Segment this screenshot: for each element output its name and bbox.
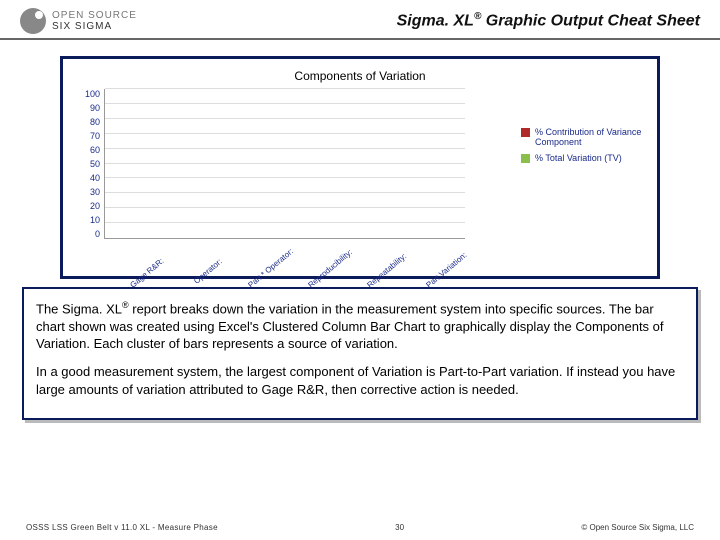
page-title: Sigma. XL® Graphic Output Cheat Sheet — [137, 11, 700, 30]
chart-area: 1009080706050403020100 Gage R&R:Operator… — [77, 89, 473, 266]
chart-panel: Components of Variation 1009080706050403… — [60, 56, 660, 279]
chart-legend: % Contribution of Variance Component % T… — [521, 127, 645, 169]
legend-swatch-icon — [521, 154, 530, 163]
x-axis: Gage R&R:Operator:Part * Operator:Reprod… — [109, 239, 465, 266]
y-axis: 1009080706050403020100 — [85, 89, 104, 239]
legend-label-2: % Total Variation (TV) — [535, 153, 645, 163]
brand-line1: OPEN SOURCE — [52, 10, 137, 21]
chart-grid — [104, 89, 465, 239]
chart-title: Components of Variation — [69, 69, 651, 83]
footer-page: 30 — [385, 523, 415, 532]
x-tick-label: Reproducibility: — [306, 257, 342, 290]
footer-left: OSSS LSS Green Belt v 11.0 XL - Measure … — [26, 523, 218, 532]
chart-outer: 1009080706050403020100 Gage R&R:Operator… — [77, 89, 473, 266]
legend-item-1: % Contribution of Variance Component — [521, 127, 645, 147]
x-tick-label: Part Variation: — [425, 257, 461, 290]
chart-bars — [105, 89, 465, 238]
x-tick-label: Gage R&R: — [128, 257, 164, 290]
brand-text: OPEN SOURCE SIX SIGMA — [52, 10, 137, 32]
desc-para-1: The Sigma. XL® report breaks down the va… — [36, 299, 684, 353]
footer-right: © Open Source Six Sigma, LLC — [581, 523, 694, 532]
legend-item-2: % Total Variation (TV) — [521, 153, 645, 163]
logo-icon — [20, 8, 46, 34]
desc-para-2: In a good measurement system, the larges… — [36, 363, 684, 398]
chart-plot: 1009080706050403020100 — [85, 89, 465, 239]
x-tick-label: Operator: — [187, 257, 223, 290]
brand-line2: SIX SIGMA — [52, 21, 137, 32]
brand-logo: OPEN SOURCE SIX SIGMA — [20, 8, 137, 34]
description-box: The Sigma. XL® report breaks down the va… — [22, 287, 698, 420]
footer: OSSS LSS Green Belt v 11.0 XL - Measure … — [0, 523, 720, 532]
header: OPEN SOURCE SIX SIGMA Sigma. XL® Graphic… — [0, 0, 720, 40]
legend-swatch-icon — [521, 128, 530, 137]
x-tick-label: Repeatability: — [365, 257, 401, 290]
x-tick-label: Part * Operator: — [247, 257, 283, 290]
legend-label-1: % Contribution of Variance Component — [535, 127, 645, 147]
